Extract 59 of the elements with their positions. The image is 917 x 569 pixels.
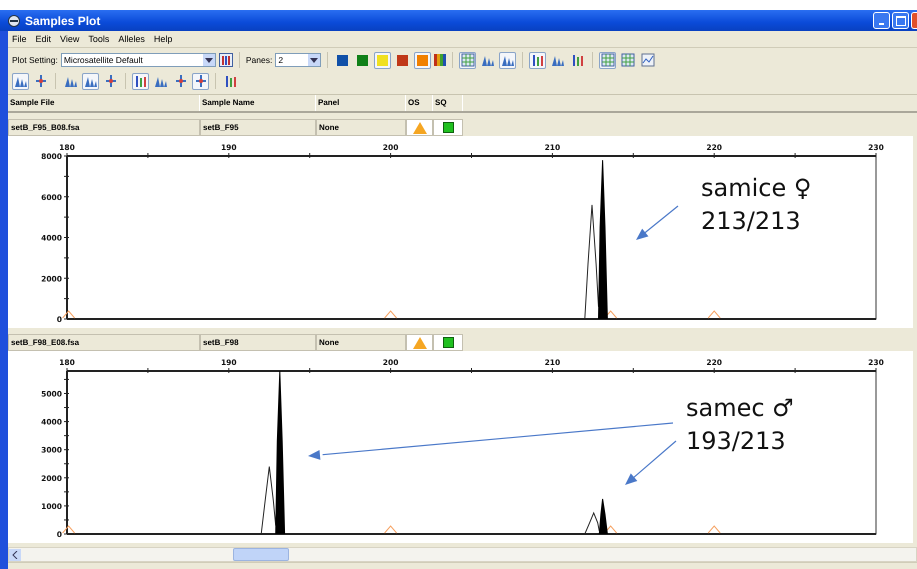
menu-item[interactable]: Edit	[36, 34, 52, 44]
size-marker-icon	[62, 525, 76, 534]
horizontal-scrollbar[interactable]	[8, 547, 917, 562]
grid-view-button[interactable]	[599, 52, 616, 68]
plot-setting-label: Plot Setting:	[12, 55, 58, 65]
caret-icon	[204, 58, 213, 62]
grid-view-button[interactable]	[459, 52, 476, 68]
column-header[interactable]: SQ	[433, 95, 463, 111]
bars-icon[interactable]	[218, 53, 233, 67]
menu-item[interactable]: Alleles	[118, 34, 145, 44]
annotation-text: samec ♂	[686, 394, 794, 422]
table-cell: setB_F95	[200, 119, 316, 136]
warning-icon	[412, 122, 426, 134]
peaks-view-button[interactable]	[12, 72, 29, 90]
bars-view-button[interactable]	[529, 52, 546, 68]
plot-setting-dropdown[interactable]: Microsatellite Default	[60, 53, 216, 67]
caret-icon	[310, 58, 318, 62]
bars-view-button[interactable]	[132, 72, 149, 90]
menu-item[interactable]: View	[60, 34, 80, 44]
minimize-button[interactable]	[873, 12, 890, 29]
size-marker-icon	[384, 525, 398, 534]
table-cell: setB_F98_E08.fsa	[8, 334, 200, 351]
size-marker-icon	[708, 525, 721, 534]
panes-dropdown[interactable]: 2	[275, 53, 322, 67]
arrow	[636, 206, 678, 240]
size-marker-icon	[62, 310, 76, 318]
table-cell: setB_F98	[200, 334, 316, 351]
warning-icon	[412, 336, 426, 348]
status-square-icon	[442, 122, 454, 133]
window-title: Samples Plot	[25, 14, 100, 28]
table-cell: None	[316, 119, 406, 136]
dye-color-button[interactable]	[374, 52, 392, 68]
grid-view-button[interactable]	[619, 52, 636, 68]
maximize-button[interactable]	[892, 12, 909, 29]
close-button[interactable]	[911, 12, 917, 29]
marker-view-button[interactable]	[192, 72, 209, 90]
size-marker-icon	[384, 310, 398, 318]
menu-item[interactable]: Tools	[88, 34, 110, 44]
rainbow-icon[interactable]	[434, 54, 446, 66]
peaks-view-button[interactable]	[499, 52, 516, 68]
status-square-icon	[442, 337, 454, 348]
dye-color-button[interactable]	[414, 52, 432, 68]
column-header[interactable]: Sample Name	[200, 95, 316, 111]
menu-item[interactable]: Help	[154, 34, 172, 44]
table-cell: None	[316, 334, 406, 351]
peaks-view-button[interactable]	[82, 72, 99, 90]
annotation-text: 193/213	[686, 427, 786, 455]
annotation-text: 213/213	[701, 207, 801, 235]
scrollbar-thumb[interactable]	[233, 548, 289, 561]
menu-item[interactable]: File	[12, 34, 27, 44]
size-marker-icon	[708, 310, 721, 318]
column-header[interactable]: Sample File	[8, 95, 200, 111]
app-icon	[8, 14, 20, 26]
column-header[interactable]: OS	[406, 95, 433, 111]
table-cell: setB_F95_B08.fsa	[8, 119, 200, 136]
panes-label: Panes:	[246, 55, 272, 65]
chart-view-button[interactable]	[639, 52, 656, 68]
column-header[interactable]: Panel	[316, 95, 406, 111]
annotation-text: samice ♀	[701, 174, 812, 202]
